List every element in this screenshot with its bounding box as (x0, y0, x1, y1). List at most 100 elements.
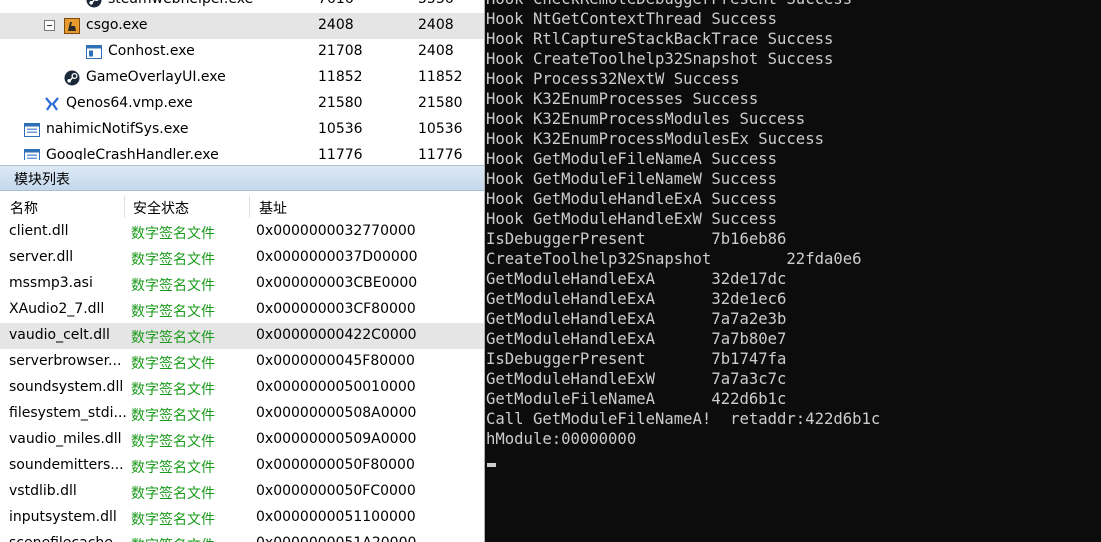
module-row[interactable]: filesystem_stdi... 数字签名文件 0x00000000508A00… (0, 401, 485, 427)
console-line: Call GetModuleFileNameA! retaddr:422d6b1… (486, 410, 881, 428)
module-list-title: 模块列表 (14, 172, 70, 188)
process-parent-pid: 2408 (418, 43, 454, 59)
process-name: Qenos64.vmp.exe (66, 95, 193, 111)
module-name: client.dll (9, 223, 69, 239)
column-header-security[interactable]: 安全状态 (133, 198, 189, 218)
column-divider[interactable] (124, 196, 125, 218)
process-name: GoogleCrashHandler.exe (46, 147, 219, 160)
process-row[interactable]: GoogleCrashHandler.exe 11776 11776 (0, 143, 485, 160)
process-name: steamwebhelper.exe (108, 0, 253, 7)
module-name: vaudio_celt.dll (9, 327, 110, 343)
console-window[interactable]: Hook CheckRemoteDebuggerPresent Success H… (485, 0, 1101, 542)
module-security-status: 数字签名文件 (131, 382, 215, 398)
console-line: CreateToolhelp32Snapshot 22fda0e6 (486, 250, 862, 268)
module-list[interactable]: client.dll 数字签名文件 0x0000000032770000 server… (0, 219, 485, 542)
process-parent-pid: 10536 (418, 121, 463, 137)
process-pid: 11852 (318, 69, 363, 85)
module-base-address: 0x0000000051100000 (256, 509, 416, 525)
console-line: GetModuleHandleExA 32de17dc (486, 270, 787, 288)
console-line: Hook GetModuleFileNameA Success (486, 150, 778, 168)
module-base-address: 0x0000000045F80000 (256, 353, 415, 369)
module-row[interactable]: client.dll 数字签名文件 0x0000000032770000 (0, 219, 485, 245)
module-base-address: 0x00000000509A0000 (256, 431, 417, 447)
console-line: Hook K32EnumProcesses Success (486, 90, 759, 108)
console-line: Hook CheckRemoteDebuggerPresent Success (486, 0, 880, 9)
module-base-address: 0x0000000050F80000 (256, 457, 415, 473)
column-header-base[interactable]: 基址 (259, 198, 287, 218)
module-row[interactable]: XAudio2_7.dll 数字签名文件 0x000000003CF80000 (0, 297, 485, 323)
process-row[interactable]: GameOverlayUI.exe 11852 11852 (0, 65, 485, 91)
console-line: IsDebuggerPresent 7b16eb86 (486, 230, 787, 248)
process-row[interactable]: nahimicNotifSys.exe 10536 10536 (0, 117, 485, 143)
module-name: filesystem_stdi... (9, 405, 127, 421)
module-base-address: 0x000000003CF80000 (256, 301, 416, 317)
module-row[interactable]: scenefilecache... 数字签名文件 0x0000000051A2000… (0, 531, 485, 542)
module-base-address: 0x0000000051A20000 (256, 535, 416, 542)
module-name: serverbrowser... (9, 353, 122, 369)
column-divider[interactable] (249, 196, 250, 218)
module-row[interactable]: serverbrowser... 数字签名文件 0x0000000045F80000 (0, 349, 485, 375)
module-row[interactable]: inputsystem.dll 数字签名文件 0x0000000051100000 (0, 505, 485, 531)
process-name: csgo.exe (86, 17, 148, 33)
column-header-name[interactable]: 名称 (10, 198, 38, 218)
module-base-address: 0x0000000050FC0000 (256, 483, 416, 499)
app-window-icon (24, 148, 40, 160)
console-line: Hook GetModuleFileNameW Success (486, 170, 778, 188)
module-security-status: 数字签名文件 (131, 304, 215, 320)
process-row[interactable]: csgo.exe 2408 2408 (0, 13, 485, 39)
console-line: GetModuleHandleExA 32de1ec6 (486, 290, 787, 308)
process-row[interactable]: Qenos64.vmp.exe 21580 21580 (0, 91, 485, 117)
module-row[interactable]: mssmp3.asi 数字签名文件 0x000000003CBE0000 (0, 271, 485, 297)
module-security-status: 数字签名文件 (131, 535, 215, 542)
module-row[interactable]: soundsystem.dll 数字签名文件 0x0000000050010000 (0, 375, 485, 401)
module-security-status: 数字签名文件 (131, 460, 215, 476)
console-line: Hook GetModuleHandleExA Success (486, 190, 778, 208)
module-row[interactable]: soundemitters... 数字签名文件 0x0000000050F80000 (0, 453, 485, 479)
console-line: Hook Process32NextW Success (486, 70, 740, 88)
module-security-status: 数字签名文件 (131, 486, 215, 502)
process-row[interactable]: Conhost.exe 21708 2408 (0, 39, 485, 65)
module-security-status: 数字签名文件 (131, 356, 215, 372)
collapse-icon[interactable] (44, 20, 55, 31)
process-pid: 7616 (318, 0, 354, 7)
module-name: soundemitters... (9, 457, 124, 473)
module-name: server.dll (9, 249, 74, 265)
console-window-icon (86, 44, 102, 60)
module-security-status: 数字签名文件 (131, 278, 215, 294)
console-line: Hook K32EnumProcessModulesEx Success (486, 130, 824, 148)
module-row[interactable]: server.dll 数字签名文件 0x0000000037D00000 (0, 245, 485, 271)
module-name: mssmp3.asi (9, 275, 93, 291)
process-name: Conhost.exe (108, 43, 195, 59)
module-security-status: 数字签名文件 (131, 512, 215, 528)
steam-icon (86, 0, 102, 8)
module-base-address: 0x00000000508A0000 (256, 405, 417, 421)
module-base-address: 0x00000000422C0000 (256, 327, 417, 343)
module-name: scenefilecache... (9, 535, 127, 542)
tool-icon (44, 96, 60, 112)
module-security-status: 数字签名文件 (131, 408, 215, 424)
module-name: inputsystem.dll (9, 509, 117, 525)
console-line: GetModuleHandleExA 7a7a2e3b (486, 310, 787, 328)
module-name: soundsystem.dll (9, 379, 124, 395)
console-output: Hook CheckRemoteDebuggerPresent Success H… (486, 0, 880, 449)
module-base-address: 0x0000000032770000 (256, 223, 416, 239)
module-list-header: 模块列表 (0, 165, 485, 191)
module-base-address: 0x0000000050010000 (256, 379, 416, 395)
module-name: XAudio2_7.dll (9, 301, 105, 317)
module-row[interactable]: vaudio_celt.dll 数字签名文件 0x00000000422C0000 (0, 323, 485, 349)
process-row[interactable]: steamwebhelper.exe 7616 5536 (0, 0, 485, 13)
module-row[interactable]: vaudio_miles.dll 数字签名文件 0x00000000509A0000 (0, 427, 485, 453)
console-line: GetModuleFileNameA 422d6b1c (486, 390, 787, 408)
csgo-icon (64, 18, 80, 34)
process-parent-pid: 11852 (418, 69, 463, 85)
module-name: vaudio_miles.dll (9, 431, 122, 447)
process-name: GameOverlayUI.exe (86, 69, 226, 85)
module-security-status: 数字签名文件 (131, 434, 215, 450)
process-name: nahimicNotifSys.exe (46, 121, 189, 137)
process-tree[interactable]: steamwebhelper.exe 7616 5536 csgo.exe 2408 24… (0, 0, 485, 160)
module-row[interactable]: vstdlib.dll 数字签名文件 0x0000000050FC0000 (0, 479, 485, 505)
module-name: vstdlib.dll (9, 483, 77, 499)
module-base-address: 0x000000003CBE0000 (256, 275, 418, 291)
left-pane: steamwebhelper.exe 7616 5536 csgo.exe 2408 24… (0, 0, 485, 542)
process-pid: 2408 (318, 17, 354, 33)
